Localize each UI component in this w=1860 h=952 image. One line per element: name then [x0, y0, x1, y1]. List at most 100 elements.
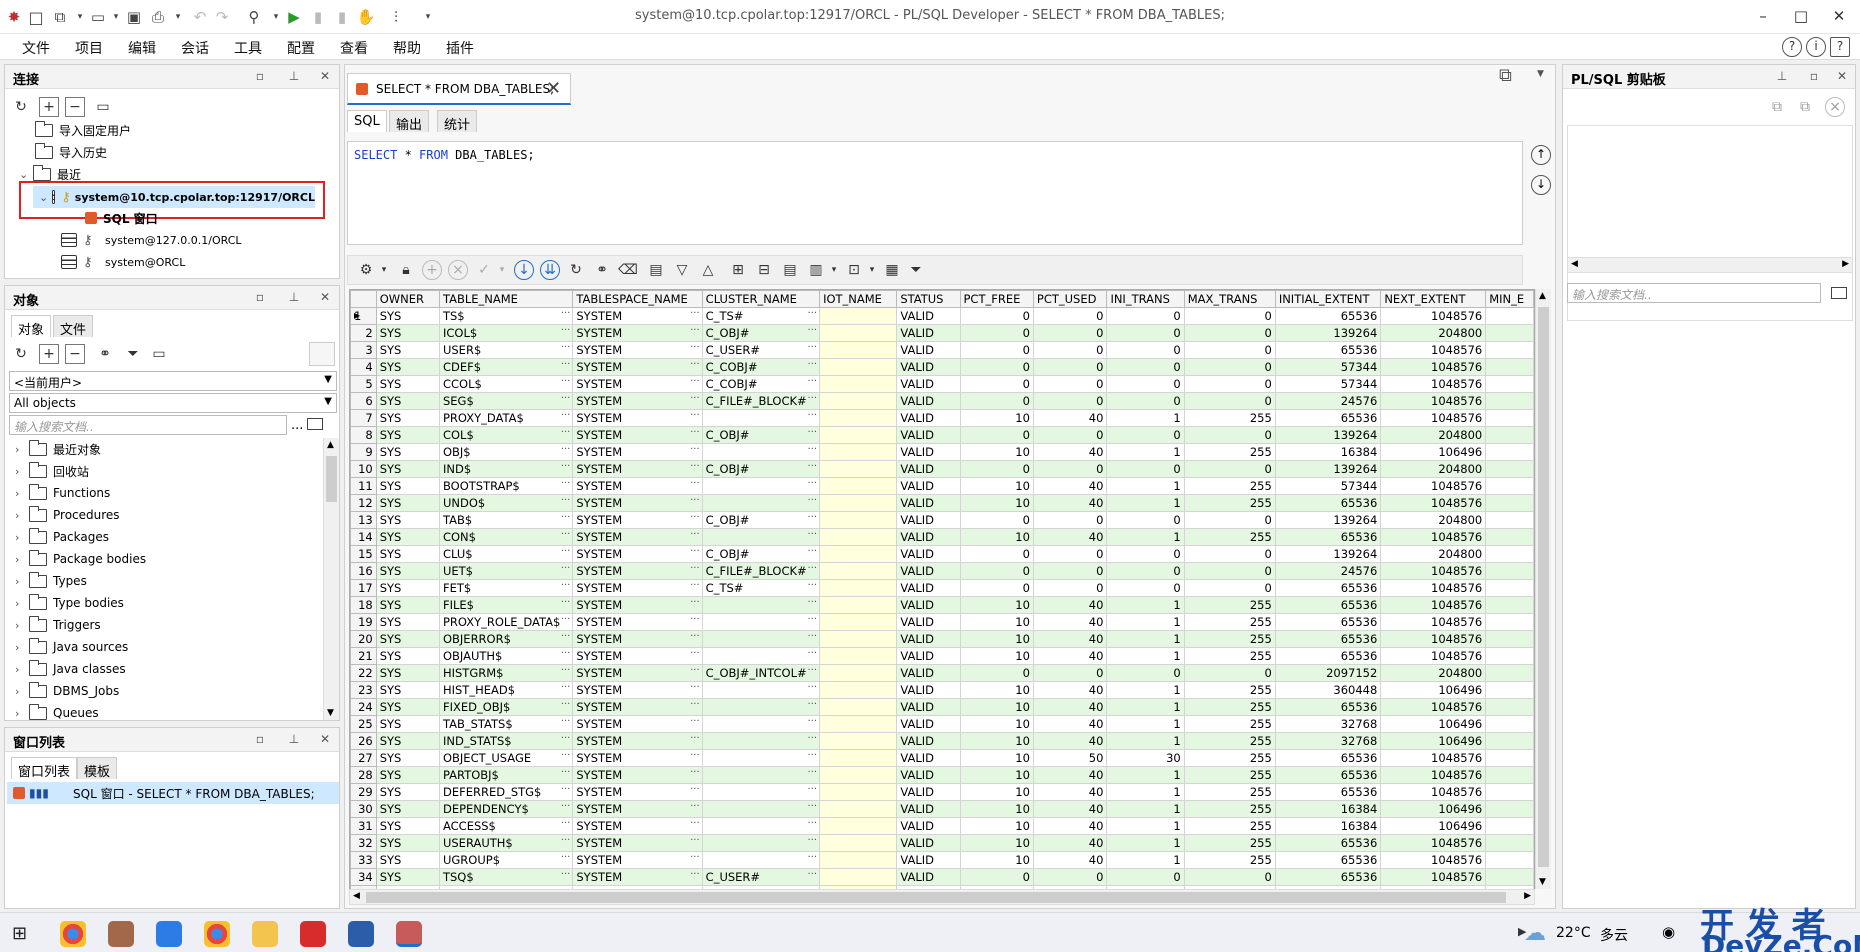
table-cell[interactable]: 10 [959, 681, 1034, 699]
table-cell[interactable]: SYSTEM [572, 800, 703, 818]
table-cell-empty[interactable] [1485, 732, 1534, 750]
table-cell[interactable]: 40 [1032, 732, 1108, 750]
table-cell-empty[interactable] [1485, 528, 1534, 546]
table-cell[interactable]: SYS [375, 375, 440, 393]
table-cell[interactable]: 0 [1032, 324, 1108, 342]
table-cell[interactable]: 1 [1106, 613, 1185, 631]
table-cell[interactable]: VALID [896, 392, 961, 410]
table-cell[interactable]: 1048576 [1380, 494, 1487, 512]
table-cell[interactable]: SYSTEM [572, 749, 703, 767]
table-cell[interactable]: 65536 [1274, 307, 1382, 325]
table-cell[interactable]: 1 [1106, 800, 1185, 818]
table-cell[interactable]: VALID [896, 528, 961, 546]
table-cell[interactable]: SYS [375, 681, 440, 699]
chevron-right-icon[interactable]: › [15, 707, 29, 720]
table-cell-empty[interactable] [1485, 358, 1534, 376]
table-cell[interactable]: 40 [1032, 715, 1108, 733]
column-header[interactable]: PCT_USED [1032, 290, 1108, 308]
tree-view-icon[interactable]: ⊞ [728, 260, 748, 280]
pane-float-icon[interactable]: ▫ [253, 290, 267, 304]
table-cell[interactable] [819, 868, 898, 886]
table-cell[interactable]: USERAUTH$ [438, 834, 574, 852]
table-row[interactable]: 4SYSCDEF$SYSTEMC_COBJ#VALID0000573441048… [350, 358, 1534, 376]
table-cell[interactable]: 0 [1032, 562, 1108, 580]
table-cell[interactable]: SYSTEM [572, 528, 703, 546]
table-cell[interactable]: 1 [1106, 715, 1185, 733]
table-cell[interactable]: 255 [1183, 596, 1276, 614]
row-number-cell[interactable]: 20 [350, 630, 377, 648]
table-cell[interactable]: 0 [1032, 545, 1108, 563]
table-cell[interactable]: 1048576 [1380, 698, 1487, 716]
table-row[interactable]: 3SYSUSER$SYSTEMC_USER#VALID0000655361048… [350, 341, 1534, 359]
table-cell[interactable]: BOOTSTRAP$ [438, 477, 574, 495]
table-cell[interactable] [819, 511, 898, 529]
table-cell[interactable]: SYSTEM [572, 511, 703, 529]
column-header[interactable]: OWNER [375, 290, 440, 308]
table-cell[interactable]: 0 [1183, 562, 1276, 580]
table-cell[interactable]: SYS [375, 868, 440, 886]
table-cell[interactable]: 139264 [1274, 511, 1382, 529]
row-number-cell[interactable]: 34 [350, 868, 377, 886]
lock-icon[interactable]: 🔒︎ [396, 260, 416, 280]
table-cell[interactable] [701, 783, 821, 801]
table-cell[interactable]: SYS [375, 698, 440, 716]
table-cell[interactable]: 65536 [1274, 409, 1382, 427]
sql-editor[interactable]: SELECT * FROM DBA_TABLES; [347, 141, 1523, 245]
table-cell[interactable]: 1 [1106, 698, 1185, 716]
table-cell[interactable]: 2097152 [1274, 664, 1382, 682]
table-cell[interactable]: C_COBJ# [701, 375, 821, 393]
table-cell[interactable]: 0 [1106, 426, 1185, 444]
tab-objects[interactable]: 对象 [11, 315, 52, 338]
table-cell[interactable]: 1048576 [1380, 834, 1487, 852]
object-tree-item[interactable]: › Packages [15, 526, 109, 548]
table-cell[interactable] [701, 681, 821, 699]
search-app-icon[interactable] [156, 921, 182, 947]
table-cell[interactable]: SYSTEM [572, 358, 703, 376]
table-cell[interactable]: 0 [1032, 392, 1108, 410]
table-row[interactable]: 20SYSOBJERROR$SYSTEM VALID104012556553610… [350, 630, 1534, 648]
copy-icon[interactable]: ⧉ [1767, 97, 1787, 117]
table-cell[interactable]: 10 [959, 494, 1034, 512]
table-cell[interactable]: 0 [1032, 664, 1108, 682]
table-cell[interactable]: VALID [896, 596, 961, 614]
table-cell[interactable]: 65536 [1274, 647, 1382, 665]
table-row[interactable]: ▶1SYSTS$SYSTEMC_TS#VALID0000655361048576 [350, 307, 1534, 325]
row-number-cell[interactable]: 26 [350, 732, 377, 750]
table-cell[interactable]: 106496 [1380, 800, 1487, 818]
object-tree-item[interactable]: › Package bodies [15, 548, 146, 570]
table-cell[interactable]: 0 [1183, 324, 1276, 342]
table-cell[interactable]: SYS [375, 443, 440, 461]
table-cell[interactable]: 10 [959, 596, 1034, 614]
table-cell[interactable]: C_COBJ# [701, 358, 821, 376]
table-cell[interactable]: SYS [375, 528, 440, 546]
table-cell[interactable]: 1 [1106, 647, 1185, 665]
table-cell-empty[interactable] [1485, 766, 1534, 784]
tree-item-connection-local[interactable]: ⚷ system@127.0.0.1/ORCL [61, 229, 242, 251]
table-cell[interactable]: 0 [959, 664, 1034, 682]
table-cell[interactable]: SYSTEM [572, 868, 703, 886]
menu-file[interactable]: 文件 [22, 38, 50, 58]
table-cell[interactable]: C_OBJ# [701, 324, 821, 342]
row-number-cell[interactable]: 21 [350, 647, 377, 665]
table-cell[interactable]: 10 [959, 698, 1034, 716]
row-number-cell[interactable]: 6 [350, 392, 377, 410]
table-cell[interactable]: 10 [959, 749, 1034, 767]
table-cell[interactable] [819, 460, 898, 478]
table-cell[interactable]: 1 [1106, 596, 1185, 614]
table-row[interactable]: 6SYSSEG$SYSTEMC_FILE#_BLOCK#VALID0000245… [350, 392, 1534, 410]
table-cell[interactable]: SYSTEM [572, 681, 703, 699]
table-cell[interactable] [819, 494, 898, 512]
remove-connection-icon[interactable]: − [65, 97, 85, 117]
pane-close-icon[interactable]: ✕ [318, 732, 332, 746]
table-cell[interactable]: VALID [896, 681, 961, 699]
document-app-icon[interactable] [348, 921, 374, 947]
table-row[interactable]: 10SYSIND$SYSTEMC_OBJ#VALID00001392642048… [350, 460, 1534, 478]
table-cell[interactable]: SYSTEM [572, 443, 703, 461]
table-cell[interactable]: SYS [375, 766, 440, 784]
table-cell[interactable]: 0 [1183, 341, 1276, 359]
document-tab[interactable]: SELECT * FROM DBA_TABLES; ✕ [347, 73, 571, 105]
table-cell[interactable]: 106496 [1380, 817, 1487, 835]
table-cell[interactable]: SYS [375, 307, 440, 325]
add-record-icon[interactable]: + [422, 260, 442, 280]
tree-item-import-history[interactable]: 导入历史 [34, 141, 107, 163]
